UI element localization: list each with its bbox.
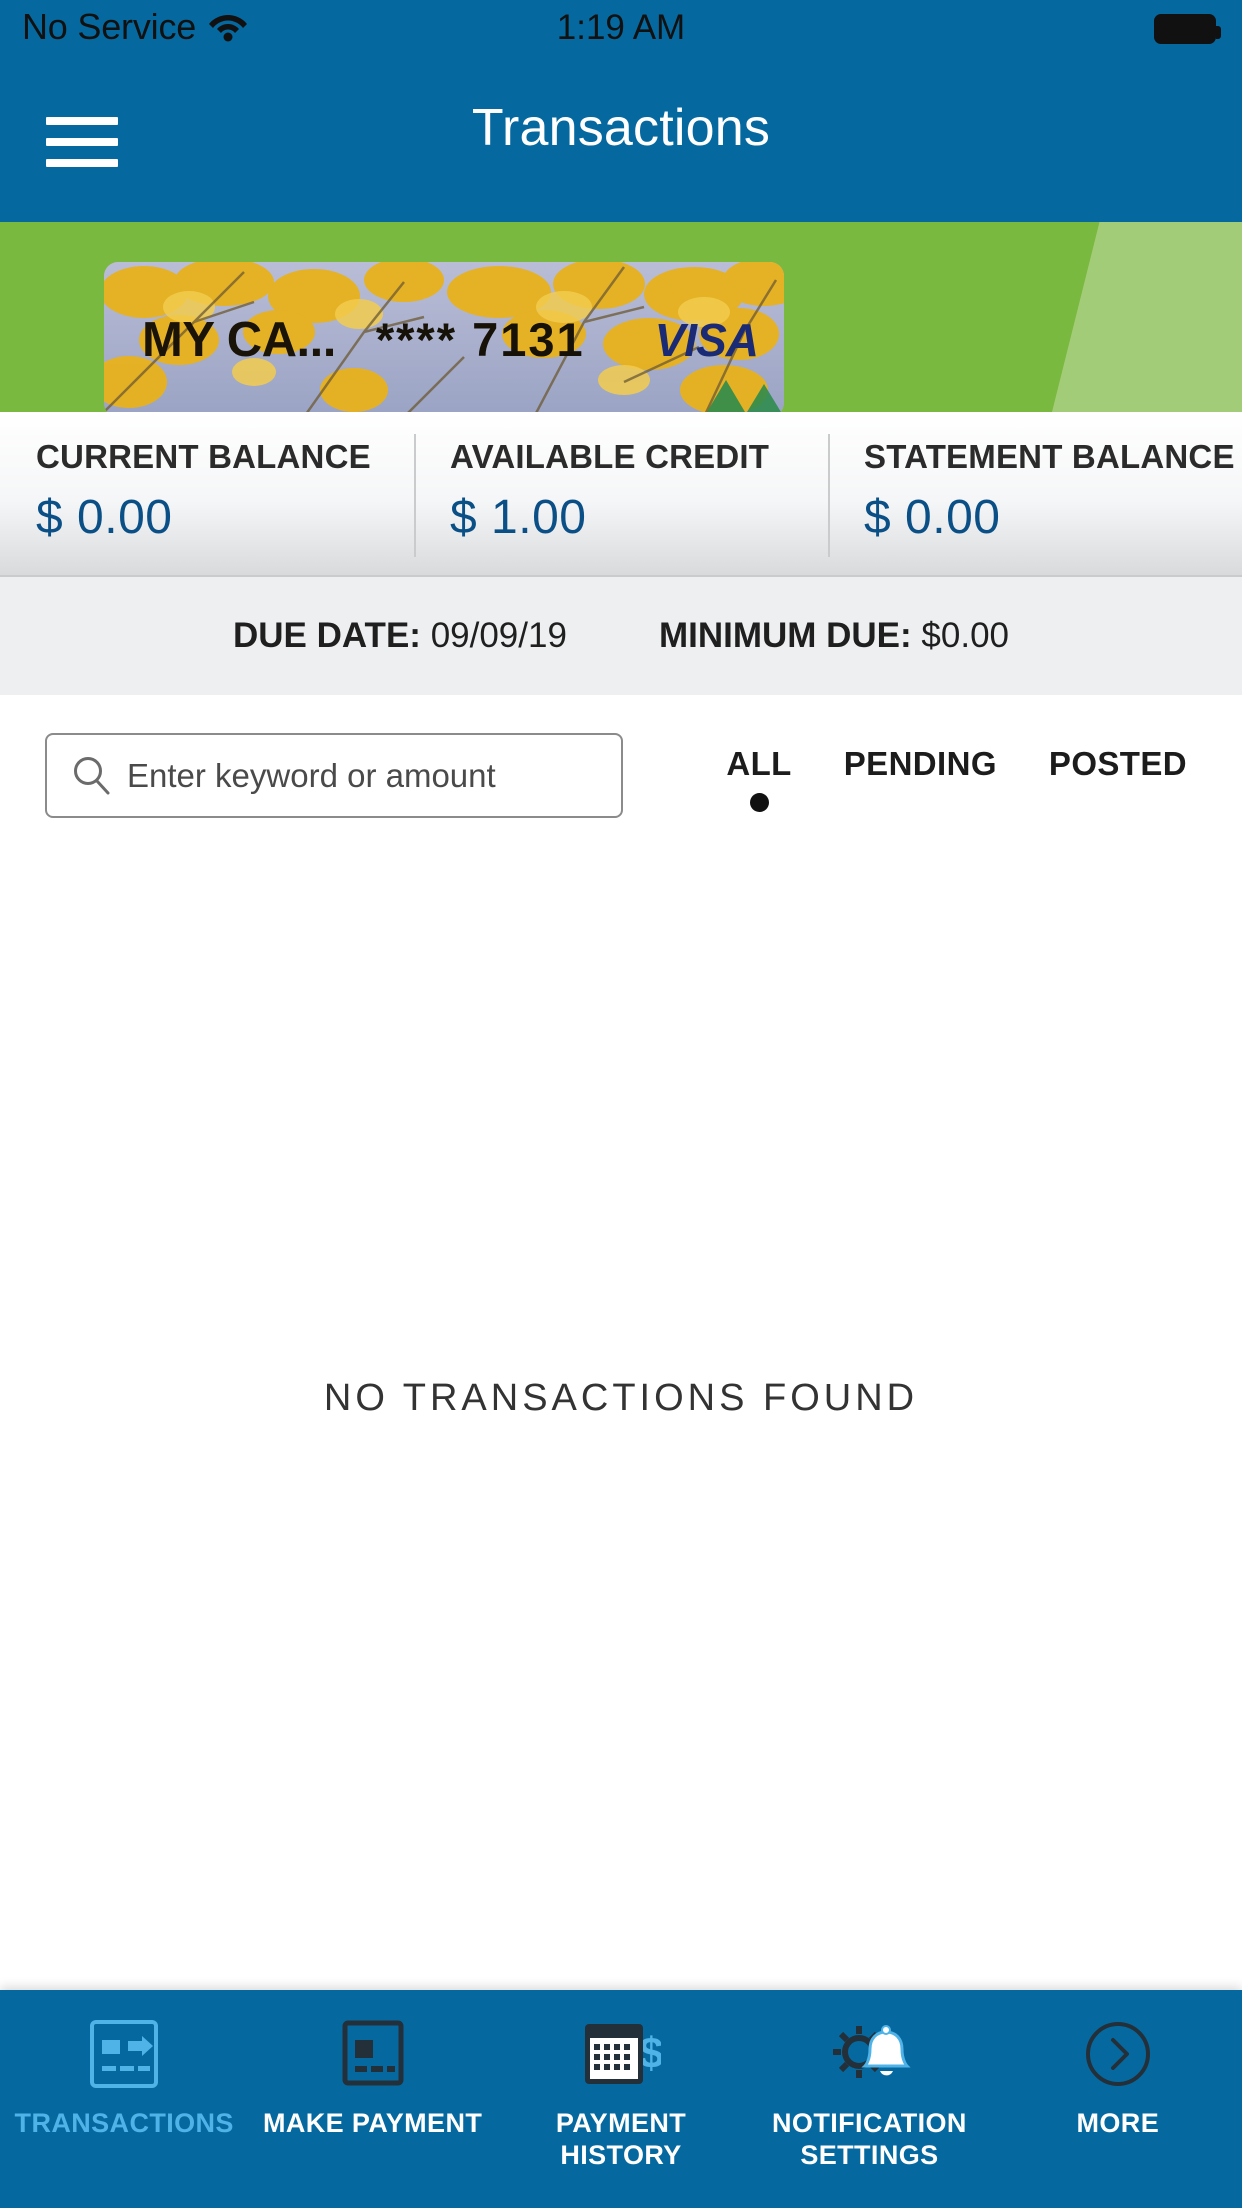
credit-card-icon [339, 2018, 407, 2090]
tab-label: PAYMENT HISTORY [555, 2108, 687, 2170]
search-and-filter-bar: ALL PENDING POSTED [0, 695, 1242, 835]
due-date-label: DUE DATE: [232, 616, 421, 655]
chevron-right-circle-icon [1082, 2018, 1154, 2090]
search-input[interactable] [127, 756, 567, 795]
due-date: DUE DATE: 09/09/19 [233, 616, 567, 656]
card-transfer-icon [86, 2018, 162, 2090]
card-hero-banner: MY CA... **** 7131 VISA [0, 222, 1242, 412]
transaction-list: NO TRANSACTIONS FOUND [0, 835, 1242, 1990]
navigation-bar: Transactions [0, 62, 1242, 222]
balance-cell-current: CURRENT BALANCE $ 0.00 [0, 412, 414, 575]
search-field-container[interactable] [45, 733, 623, 818]
status-bar-right [1154, 14, 1221, 44]
balance-label: AVAILABLE CREDIT [450, 438, 770, 475]
card-text-overlay: MY CA... **** 7131 VISA [104, 262, 784, 412]
status-bar-clock: 1:19 AM [556, 8, 686, 47]
search-icon [74, 756, 110, 794]
visa-logo: VISA [654, 313, 759, 366]
card-masked-number: **** 7131 [375, 313, 585, 366]
minimum-due: MINIMUM DUE: $0.00 [659, 616, 1009, 656]
empty-state-message: NO TRANSACTIONS FOUND [323, 1377, 919, 1419]
status-bar: No Service 1:19 AM [0, 0, 1242, 62]
balance-summary-row: CURRENT BALANCE $ 0.00 AVAILABLE CREDIT … [0, 412, 1242, 575]
tab-label: TRANSACTIONS [14, 2108, 234, 2138]
filter-tab-selected-indicator [749, 793, 769, 812]
balance-value: $ 0.00 [864, 491, 1001, 544]
balance-label: STATEMENT BALANCE [864, 438, 1235, 475]
minimum-due-label: MINIMUM DUE: [658, 616, 912, 655]
bottom-tab-bar: TRANSACTIONS MAKE PAYMENT $ PAYMENT HIST… [0, 1990, 1242, 2208]
card-nickname: MY CA... [142, 312, 336, 367]
filter-tab-label: ALL [726, 745, 792, 782]
filter-tab-pending[interactable]: PENDING [844, 745, 997, 812]
page-title: Transactions [471, 99, 771, 157]
balance-cell-available-credit: AVAILABLE CREDIT $ 1.00 [414, 412, 828, 575]
due-info-row: DUE DATE: 09/09/19 MINIMUM DUE: $0.00 [0, 575, 1242, 695]
tab-transactions[interactable]: TRANSACTIONS [0, 2018, 248, 2140]
balance-cell-statement: STATEMENT BALANCE $ 0.00 [828, 412, 1242, 575]
filter-tab-label: PENDING [843, 745, 997, 782]
hero-accent-shape [1052, 222, 1242, 412]
account-card[interactable]: MY CA... **** 7131 VISA [104, 262, 784, 412]
balance-label: CURRENT BALANCE [36, 438, 371, 475]
tab-notification-settings[interactable]: NOTIFICATION SETTINGS [745, 2018, 993, 2172]
gear-bell-icon [826, 2018, 912, 2090]
filter-tab-all[interactable]: ALL [726, 745, 791, 812]
tab-more[interactable]: MORE [994, 2018, 1242, 2140]
app-screen: No Service 1:19 AM Transactions MY CA...… [0, 0, 1242, 2208]
filter-tab-label: POSTED [1048, 745, 1187, 782]
calendar-dollar-icon: $ [581, 2018, 661, 2090]
transaction-filter-tabs: ALL PENDING POSTED [726, 745, 1187, 812]
due-date-value: 09/09/19 [430, 616, 567, 655]
tab-make-payment[interactable]: MAKE PAYMENT [248, 2018, 496, 2140]
tab-label: NOTIFICATION SETTINGS [772, 2108, 967, 2170]
tab-label: MORE [1076, 2108, 1160, 2138]
minimum-due-value: $0.00 [921, 616, 1010, 655]
tab-label: MAKE PAYMENT [262, 2108, 483, 2138]
tab-payment-history[interactable]: $ PAYMENT HISTORY [497, 2018, 745, 2172]
balance-value: $ 0.00 [36, 491, 173, 544]
battery-full-icon [1154, 14, 1221, 44]
balance-value: $ 1.00 [450, 491, 587, 544]
filter-tab-posted[interactable]: POSTED [1049, 745, 1187, 812]
